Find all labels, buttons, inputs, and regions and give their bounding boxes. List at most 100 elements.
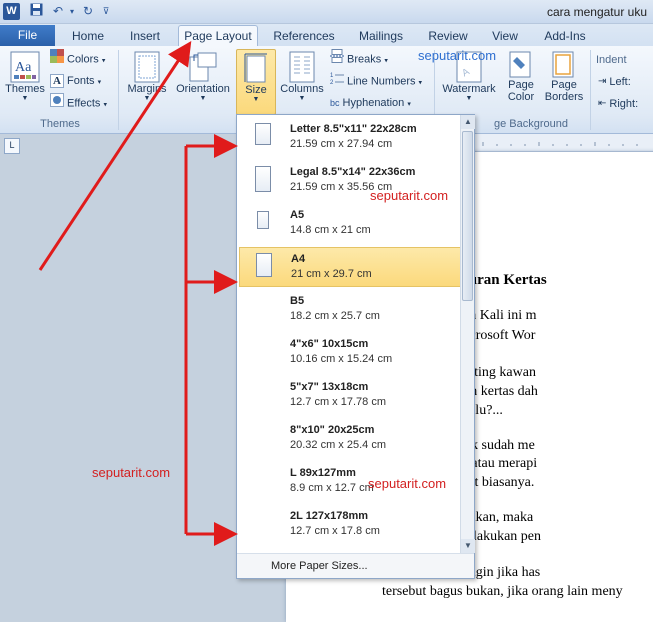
tab-add-ins[interactable]: Add-Ins [536, 27, 594, 47]
effects-icon [50, 93, 64, 114]
word-logo-icon[interactable]: W [3, 3, 20, 20]
page-color-icon [509, 51, 531, 78]
page-color-label-2: Color [507, 91, 535, 103]
columns-button[interactable]: Columns ▼ [278, 49, 326, 111]
colors-icon [50, 49, 64, 70]
colors-label: Colors [67, 53, 99, 66]
watermark-left: seputarit.com [92, 465, 171, 480]
line-numbers-icon: 12 [330, 71, 344, 92]
tab-insert[interactable]: Insert [120, 27, 170, 47]
divider [590, 50, 591, 130]
breaks-button[interactable]: Breaks ▾ [330, 49, 388, 69]
indent-right-field[interactable]: ⇤ Right: [598, 94, 638, 114]
paper-size-a4[interactable]: A4 21 cm x 29.7 cm [239, 247, 461, 287]
page-icon [255, 166, 271, 192]
themes-icon: Aa [10, 51, 40, 83]
page-color-button[interactable]: Page Color [502, 49, 540, 111]
paper-size-4x6[interactable]: 4"x6" 10x15cm 10.16 cm x 15.24 cm [239, 333, 461, 373]
divider [118, 50, 119, 130]
tab-view[interactable]: View [484, 27, 526, 47]
paper-size-name: A5 [290, 209, 305, 221]
redo-icon[interactable]: ↻ [80, 3, 96, 20]
line-numbers-label: Line Numbers [347, 75, 416, 88]
size-dropdown: Letter 8.5"x11" 22x28cm 21.59 cm x 27.94… [236, 114, 475, 579]
paper-size-b5[interactable]: B5 18.2 cm x 25.7 cm [239, 290, 461, 330]
chevron-down-icon: ▼ [199, 95, 207, 102]
hyphenation-button[interactable]: bc Hyphenation ▾ [330, 93, 411, 113]
dropdown-scrollbar[interactable]: ▲ ▼ [460, 115, 475, 553]
orientation-button[interactable]: Orientation ▼ [172, 49, 234, 111]
margins-label: Margins [127, 83, 167, 95]
indent-left-field[interactable]: ⇥ Left: [598, 72, 631, 92]
indent-label: Indent [596, 54, 627, 66]
tab-references[interactable]: References [268, 27, 340, 47]
watermark-bottom: seputarit.com [368, 476, 447, 491]
svg-text:Aa: Aa [15, 60, 32, 75]
ribbon-tabs: File Home Insert Page Layout References … [0, 24, 653, 48]
margins-icon [134, 51, 160, 83]
effects-button[interactable]: Effects ▾ [50, 93, 107, 113]
indent-left-icon: ⇥ [598, 76, 607, 88]
page-icon [255, 123, 271, 145]
paper-size-dims: 21.59 cm x 27.94 cm [290, 138, 393, 150]
chevron-down-icon: ▼ [465, 95, 473, 102]
tab-review[interactable]: Review [422, 27, 474, 47]
scroll-up-icon[interactable]: ▲ [461, 115, 475, 129]
svg-text:1: 1 [330, 73, 334, 79]
paper-size-name: B5 [290, 295, 305, 307]
page-color-label-1: Page [508, 79, 534, 91]
scroll-thumb[interactable] [462, 131, 473, 301]
page-borders-label-2: Borders [544, 91, 584, 103]
tab-page-layout[interactable]: Page Layout [178, 25, 258, 48]
themes-button[interactable]: Aa Themes ▼ [4, 49, 46, 111]
customize-qat-icon[interactable]: ⊽ [98, 3, 114, 20]
orientation-label: Orientation [176, 83, 230, 95]
paper-size-dims: 12.7 cm x 17.78 cm [290, 396, 386, 408]
paper-size-2l[interactable]: 2L 127x178mm 12.7 cm x 17.8 cm [239, 505, 461, 545]
columns-icon [289, 51, 315, 83]
page-borders-button[interactable]: Page Borders [542, 49, 586, 111]
paper-size-name: L 89x127mm [290, 467, 356, 479]
title-bar: W ↶ ▾ ↻ ⊽ cara mengatur uku [0, 0, 653, 24]
paper-size-dims: 10.16 cm x 15.24 cm [290, 353, 393, 365]
tab-selector-icon[interactable]: L [4, 138, 20, 154]
margins-button[interactable]: Margins ▼ [124, 49, 170, 111]
chevron-down-icon: ▼ [143, 95, 151, 102]
undo-dropdown-icon[interactable]: ▾ [64, 3, 80, 20]
effects-label: Effects [67, 97, 101, 110]
tab-mailings[interactable]: Mailings [350, 27, 412, 47]
paper-size-name: Legal 8.5"x14" 22x36cm [290, 166, 416, 178]
tab-home[interactable]: Home [64, 27, 112, 47]
size-label: Size [245, 84, 267, 96]
size-icon [244, 53, 267, 83]
paper-size-name: 5"x7" 13x18cm [290, 381, 369, 393]
columns-label: Columns [280, 83, 324, 95]
indent-right-label: Right: [609, 98, 639, 110]
paper-size-dims: 8.9 cm x 12.7 cm [290, 482, 374, 494]
left-workspace [0, 134, 236, 607]
tab-file[interactable]: File [0, 25, 55, 47]
scroll-down-icon[interactable]: ▼ [461, 539, 475, 553]
fonts-button[interactable]: A Fonts ▾ [50, 71, 101, 91]
breaks-icon [330, 49, 344, 70]
paper-size-name: Letter 8.5"x11" 22x28cm [290, 123, 417, 135]
more-paper-sizes-button[interactable]: More Paper Sizes... [271, 560, 368, 572]
hyphenation-label: Hyphenation [342, 97, 405, 109]
paper-size-8x10[interactable]: 8"x10" 20x25cm 20.32 cm x 25.4 cm [239, 419, 461, 459]
page-borders-icon [552, 51, 574, 78]
breaks-label: Breaks [347, 53, 382, 66]
paper-size-dims: 21 cm x 29.7 cm [291, 268, 372, 280]
size-button[interactable]: Size ▼ [236, 49, 276, 115]
paper-size-5x7[interactable]: 5"x7" 13x18cm 12.7 cm x 17.78 cm [239, 376, 461, 416]
dropdown-footer: More Paper Sizes... [237, 553, 474, 578]
themes-group-label: Themes [40, 118, 80, 130]
colors-button[interactable]: Colors ▾ [50, 49, 105, 69]
line-numbers-button[interactable]: 1 2 Line Numbers ▾ [330, 71, 422, 91]
save-icon[interactable] [28, 3, 44, 20]
horizontal-ruler[interactable] [459, 134, 653, 152]
paper-size-a5[interactable]: A5 14.8 cm x 21 cm [239, 204, 461, 244]
document-line: tersebut bagus bukan, jika orang lain me… [382, 584, 623, 599]
paper-size-letter[interactable]: Letter 8.5"x11" 22x28cm 21.59 cm x 27.94… [239, 118, 461, 158]
page-background-group-label: ge Background [494, 118, 568, 130]
svg-text:2: 2 [330, 80, 334, 85]
